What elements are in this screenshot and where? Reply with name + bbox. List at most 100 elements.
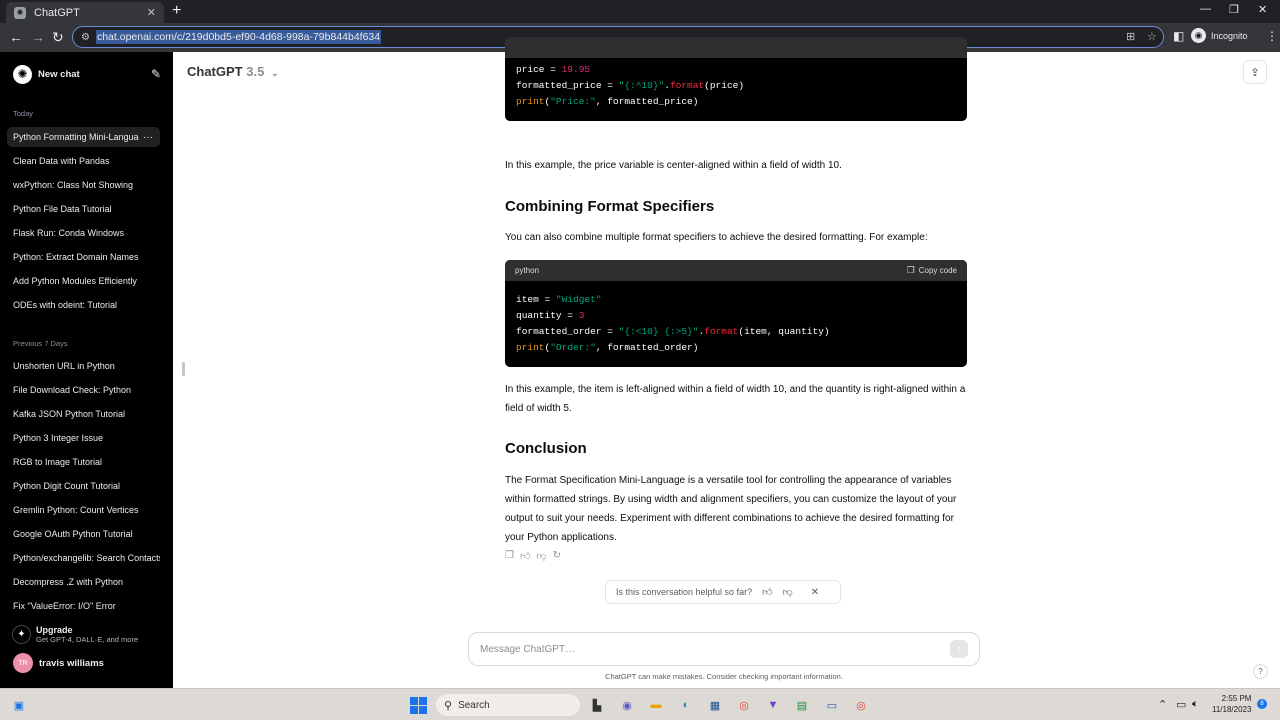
sidebar-chat-item[interactable]: Fix "ValueError: I/O" Error: [7, 596, 160, 616]
sidebar-chat-item[interactable]: Add Python Modules Efficiently: [7, 271, 160, 291]
incognito-profile[interactable]: ◉ Incognito: [1191, 28, 1248, 43]
more-options-icon[interactable]: ···: [139, 131, 153, 143]
sidebar-chat-item[interactable]: Python: Extract Domain Names: [7, 247, 160, 267]
sidebar-chat-item[interactable]: Google OAuth Python Tutorial: [7, 524, 160, 544]
sidebar-resize-handle[interactable]: [182, 362, 185, 376]
restore-icon[interactable]: ❐: [1229, 3, 1239, 16]
help-button[interactable]: ?: [1253, 664, 1268, 679]
sidebar-chat-item[interactable]: Python Formatting Mini-Language ···: [7, 127, 160, 147]
vpn-app-icon[interactable]: ▼: [764, 696, 782, 714]
new-tab-button[interactable]: +: [172, 2, 181, 20]
code-line: price = 19.95: [516, 62, 956, 78]
sidebar-chat-item[interactable]: Python/exchangelib: Search Contacts: [7, 548, 160, 568]
tray-chevron-up-icon[interactable]: ⌃: [1158, 698, 1167, 711]
remote-desktop-icon[interactable]: ▭: [823, 696, 841, 714]
spreadsheet-app-icon[interactable]: ▤: [793, 696, 811, 714]
thumbs-down-icon[interactable]: 👎︎: [783, 586, 793, 598]
regenerate-icon[interactable]: ↻: [553, 550, 561, 562]
upgrade-subtitle: Get GPT-4, DALL·E, and more: [36, 634, 139, 644]
sidebar-chat-label: Python File Data Tutorial: [13, 204, 112, 214]
close-tab-icon[interactable]: ✕: [147, 6, 156, 19]
sidebar-chat-item[interactable]: Gremlin Python: Count Vertices: [7, 500, 160, 520]
answer-paragraph: In this example, the price variable is c…: [505, 160, 842, 171]
taskbar-search[interactable]: ⚲ Search: [436, 694, 580, 716]
file-explorer-icon[interactable]: ▬: [647, 696, 665, 714]
copy-icon[interactable]: ❐: [505, 550, 514, 562]
sidebar-chat-item[interactable]: Python Digit Count Tutorial: [7, 476, 160, 496]
sidebar-chat-item[interactable]: Unshorten URL in Python: [7, 356, 160, 376]
sidebar-chat-label: Python Formatting Mini-Language: [13, 132, 149, 142]
close-icon[interactable]: ✕: [811, 587, 819, 598]
chrome-browser-icon[interactable]: ◎: [735, 696, 753, 714]
network-icon[interactable]: ▭: [1176, 698, 1186, 711]
sidebar-chat-item[interactable]: RGB to Image Tutorial: [7, 452, 160, 472]
thumbs-up-icon[interactable]: 👍︎: [520, 550, 530, 562]
code-token: print: [516, 96, 545, 107]
code-token: format: [669, 80, 705, 91]
thumbs-up-icon[interactable]: 👍︎: [762, 586, 772, 598]
code-token: , formatted_price): [595, 96, 699, 107]
bookmark-star-icon[interactable]: ☆: [1147, 30, 1157, 43]
sidebar-chat-label: Python 3 Integer Issue: [13, 433, 104, 443]
back-arrow-icon[interactable]: ←: [9, 29, 23, 45]
system-clock[interactable]: 2:55 PM 11/18/2023: [1212, 693, 1251, 715]
new-chat-button[interactable]: ✺ New chat ✎: [6, 62, 161, 86]
volume-icon[interactable]: 🔈︎: [1192, 698, 1199, 711]
forward-arrow-icon[interactable]: →: [31, 29, 45, 45]
compose-icon[interactable]: ✎: [151, 67, 161, 81]
code-token: formatted_order =: [516, 326, 619, 337]
sidebar-chat-item[interactable]: Flask Run: Conda Windows: [7, 223, 160, 243]
code-body: item = "Widget" quantity = 3 formatted_ord…: [505, 281, 967, 367]
code-token: "Order:": [550, 342, 596, 353]
message-input[interactable]: [480, 643, 950, 655]
sidebar-chat-label: Python Digit Count Tutorial: [13, 481, 121, 491]
disclaimer-text: ChatGPT can make mistakes. Consider chec…: [605, 672, 843, 681]
upgrade-button[interactable]: ✦ Upgrade Get GPT-4, DALL·E, and more: [7, 622, 160, 646]
site-info-icon[interactable]: ⚙: [81, 32, 90, 43]
chrome-incognito-icon[interactable]: ◎: [852, 696, 870, 714]
task-view-icon[interactable]: ▣: [10, 696, 28, 714]
store-icon[interactable]: ▦: [706, 696, 724, 714]
sidebar-chat-item[interactable]: Clean Data with Pandas: [7, 151, 160, 171]
sidebar-chat-item[interactable]: wxPython: Class Not Showing: [7, 175, 160, 195]
code-block-header: python ❐ Copy code: [505, 260, 967, 281]
section-label-today: Today: [13, 109, 34, 118]
model-name: ChatGPT: [187, 64, 243, 79]
sidebar-chat-label: RGB to Image Tutorial: [13, 457, 103, 467]
code-token: formatted_price =: [516, 80, 619, 91]
code-token: "{:^10}": [618, 80, 665, 91]
close-window-icon[interactable]: ✕: [1258, 3, 1267, 16]
model-selector[interactable]: ChatGPT 3.5 ⌄: [187, 64, 279, 79]
thumbs-down-icon[interactable]: 👎︎: [536, 550, 546, 562]
sidebar-chat-item[interactable]: File Download Check: Python: [7, 380, 160, 400]
sidebar-chat-item[interactable]: Kafka JSON Python Tutorial: [7, 404, 160, 424]
sidebar-chat-item[interactable]: Decompress .Z with Python: [7, 572, 160, 592]
sidebar-chat-item[interactable]: Python 3 Integer Issue: [7, 428, 160, 448]
tab-title: ChatGPT: [34, 6, 80, 19]
sidebar-chat-label: Google OAuth Python Tutorial: [13, 529, 133, 539]
url-text[interactable]: chat.openai.com/c/219d0bd5-ef90-4d68-998…: [95, 30, 382, 44]
sidebar-chat-item[interactable]: ODEs with odeint: Tutorial: [7, 295, 160, 315]
sidebar-chat-item[interactable]: Python File Data Tutorial: [7, 199, 160, 219]
side-panel-icon[interactable]: ◧: [1173, 29, 1184, 43]
sidebar-chat-label: wxPython: Class Not Showing: [13, 180, 134, 190]
upgrade-title: Upgrade: [36, 624, 73, 635]
qr-code-icon[interactable]: ⊞: [1126, 30, 1135, 43]
file-manager-icon[interactable]: ▙: [588, 696, 606, 714]
chat-app-icon[interactable]: ◉: [618, 696, 636, 714]
windows-start-icon[interactable]: [410, 697, 427, 714]
reload-icon[interactable]: ↻: [52, 29, 64, 46]
notification-badge[interactable]: 8: [1257, 699, 1267, 709]
share-button[interactable]: ⇪: [1243, 60, 1267, 84]
edge-browser-icon[interactable]: ◐: [677, 696, 695, 714]
browser-tab-chatgpt[interactable]: ✺ ChatGPT ✕: [6, 2, 164, 23]
send-button[interactable]: ↑: [950, 640, 968, 658]
minimize-icon[interactable]: —: [1200, 3, 1211, 15]
user-menu[interactable]: TR travis williams: [7, 652, 160, 674]
model-version: 3.5: [246, 64, 265, 79]
copy-code-button[interactable]: ❐ Copy code: [907, 265, 957, 276]
share-icon: ⇪: [1250, 66, 1260, 79]
code-token: , formatted_order): [595, 342, 699, 353]
sidebar-chat-label: Gremlin Python: Count Vertices: [13, 505, 139, 515]
browser-menu-icon[interactable]: ⋮: [1266, 29, 1278, 43]
